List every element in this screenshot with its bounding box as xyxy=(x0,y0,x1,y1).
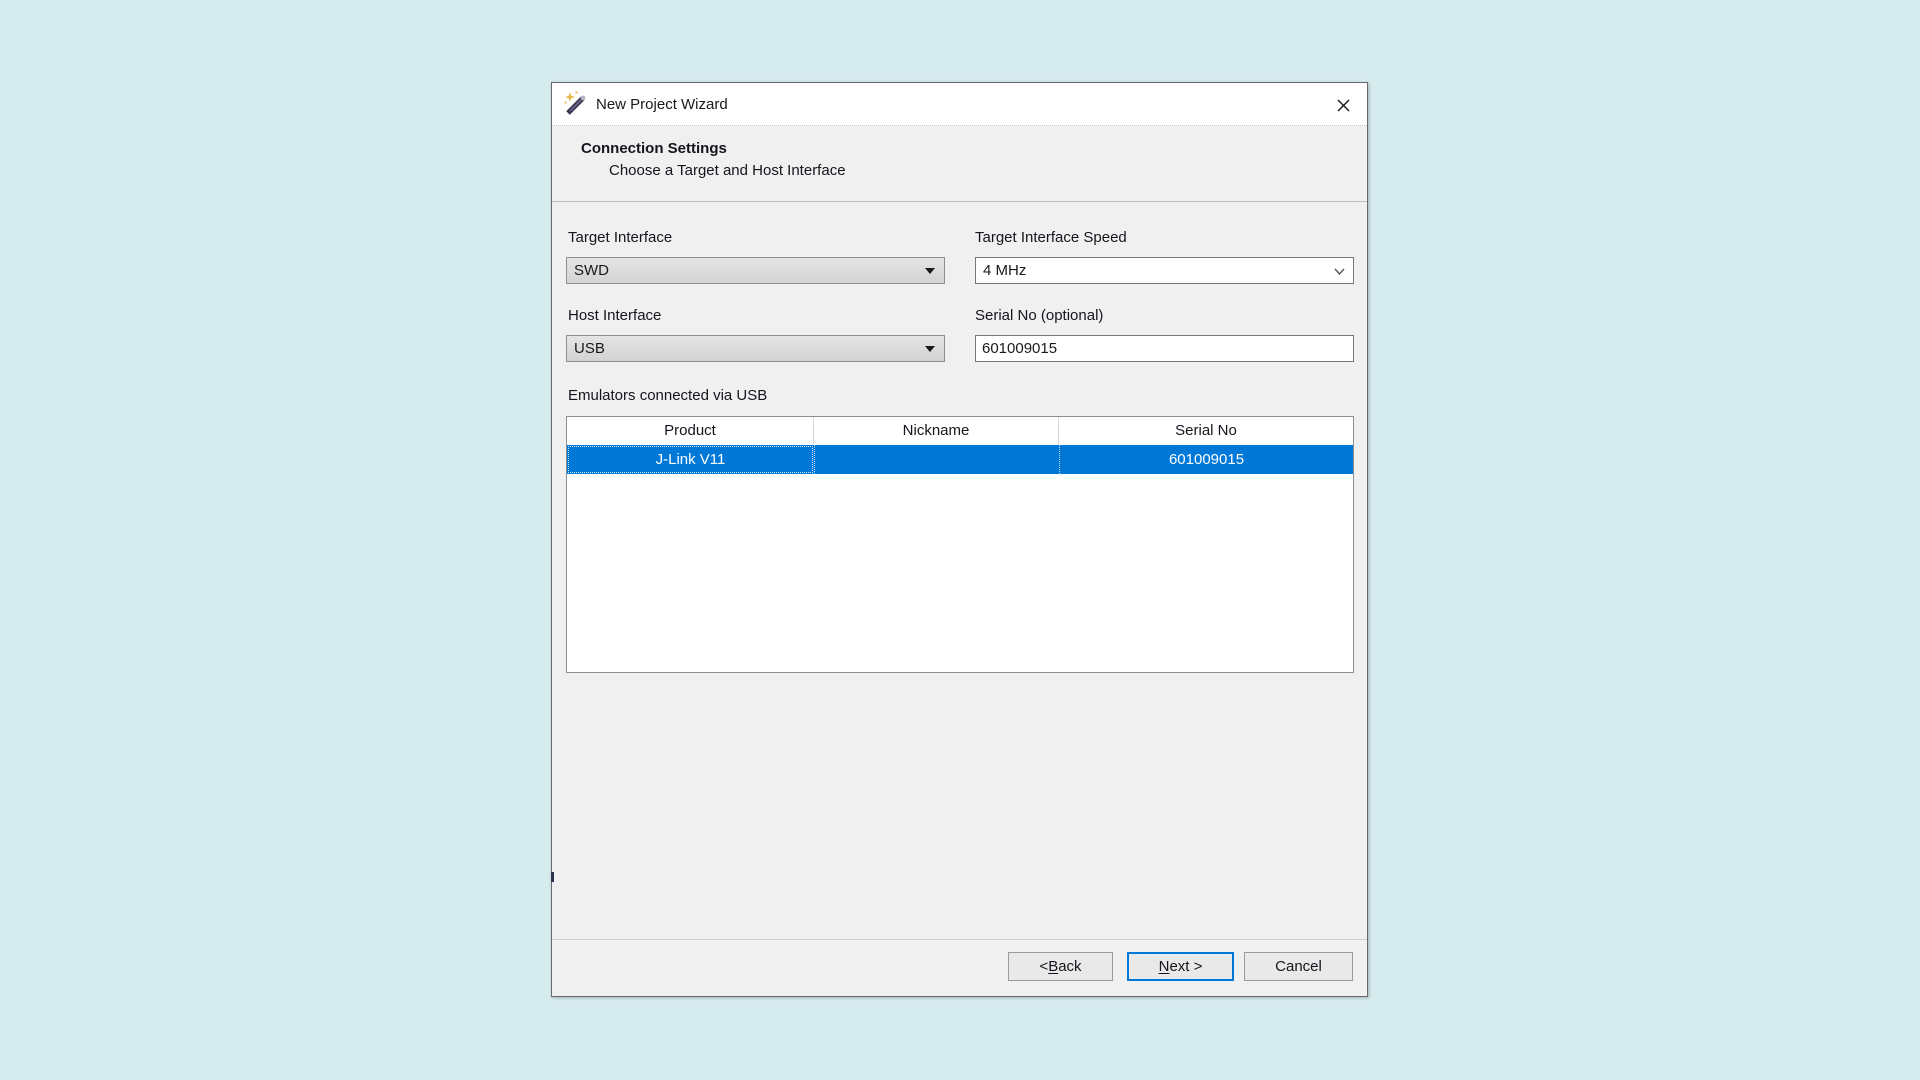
cell-serial-no[interactable]: 601009015 xyxy=(1059,445,1353,474)
cancel-button[interactable]: Cancel xyxy=(1244,952,1353,981)
button-bar-divider xyxy=(552,939,1367,940)
chevron-down-icon xyxy=(1333,265,1346,278)
page-subtitle: Choose a Target and Host Interface xyxy=(609,162,846,179)
target-interface-dropdown[interactable]: SWD xyxy=(566,257,945,284)
magic-wand-icon xyxy=(562,90,588,118)
emulators-table[interactable]: Product Nickname Serial No J-Link V11 60… xyxy=(566,416,1354,673)
page-title: Connection Settings xyxy=(581,140,727,157)
cell-product[interactable]: J-Link V11 xyxy=(567,445,814,474)
back-button[interactable]: < Back xyxy=(1008,952,1113,981)
window-title: New Project Wizard xyxy=(596,96,728,113)
target-interface-speed-combobox[interactable]: 4 MHz xyxy=(975,257,1354,284)
wizard-header: Connection Settings Choose a Target and … xyxy=(552,127,1367,202)
serial-no-input[interactable] xyxy=(975,335,1354,362)
column-header-serial-no[interactable]: Serial No xyxy=(1059,417,1353,445)
cell-nickname[interactable] xyxy=(814,445,1059,474)
target-interface-label: Target Interface xyxy=(568,229,672,246)
table-row-jlink[interactable]: J-Link V11 601009015 xyxy=(567,445,1353,474)
target-interface-speed-label: Target Interface Speed xyxy=(975,229,1127,246)
close-icon xyxy=(1336,98,1351,113)
serial-no-label: Serial No (optional) xyxy=(975,307,1103,324)
next-button[interactable]: Next > xyxy=(1127,952,1234,981)
desktop-background: { "window": { "title": "New Project Wiza… xyxy=(0,0,1920,1080)
column-header-product[interactable]: Product xyxy=(567,417,814,445)
host-interface-value: USB xyxy=(574,340,605,357)
dropdown-arrow-icon xyxy=(925,346,935,352)
screen-artifact xyxy=(551,872,554,882)
emulators-list-label: Emulators connected via USB xyxy=(568,387,767,404)
dropdown-arrow-icon xyxy=(925,268,935,274)
new-project-wizard-dialog: New Project Wizard Connection Settings C… xyxy=(551,82,1368,997)
target-interface-value: SWD xyxy=(574,262,609,279)
dialog-titlebar[interactable]: New Project Wizard xyxy=(552,83,1367,126)
host-interface-dropdown[interactable]: USB xyxy=(566,335,945,362)
close-button[interactable] xyxy=(1329,91,1357,119)
emulators-table-header: Product Nickname Serial No xyxy=(567,417,1353,445)
column-header-nickname[interactable]: Nickname xyxy=(814,417,1059,445)
host-interface-label: Host Interface xyxy=(568,307,661,324)
target-interface-speed-value: 4 MHz xyxy=(983,262,1026,279)
